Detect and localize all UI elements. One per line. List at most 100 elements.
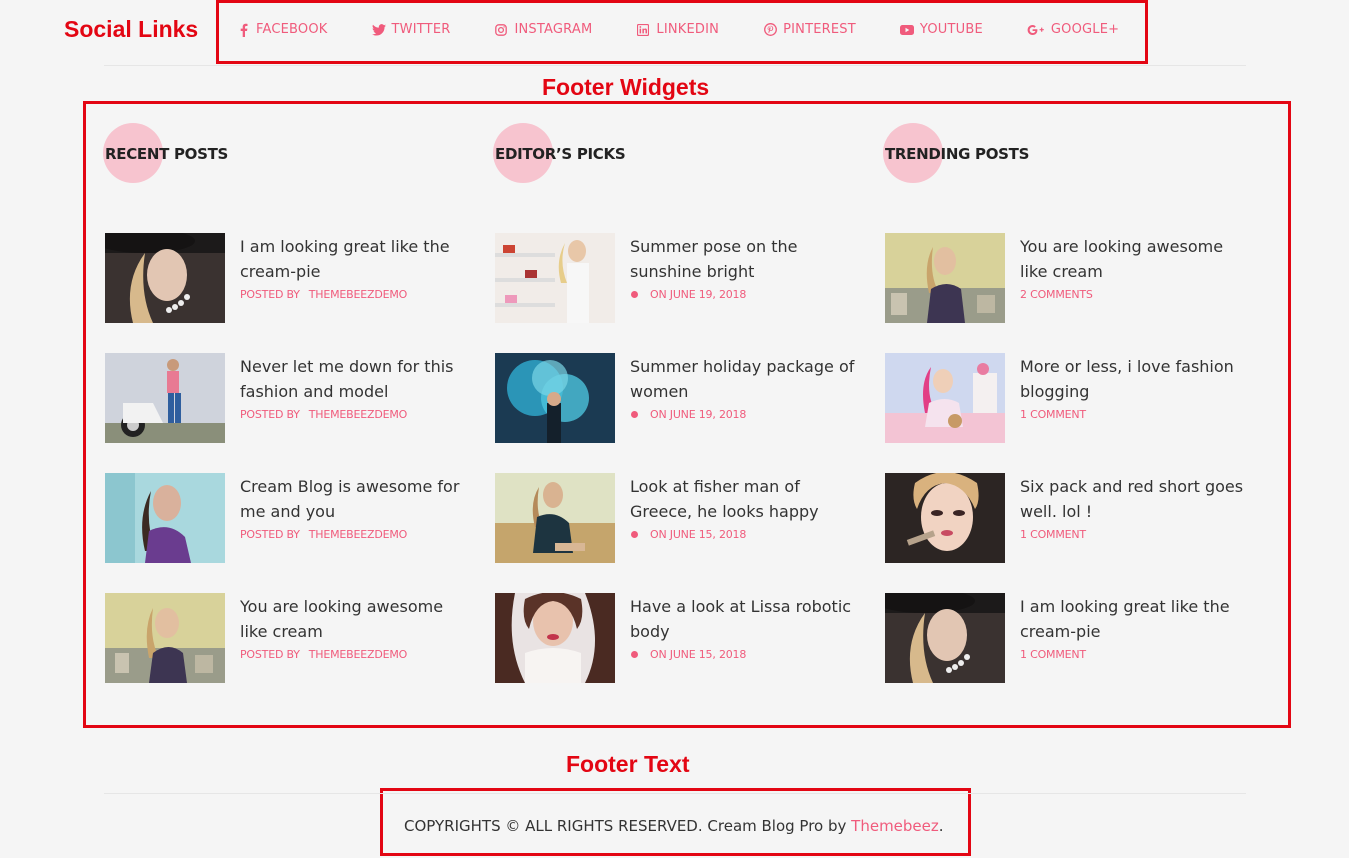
divider-bottom — [104, 793, 1246, 794]
post-meta: 1 COMMENT — [1020, 528, 1255, 541]
author-link[interactable]: THEMEBEEZDEMO — [309, 648, 408, 661]
list-item: Summer holiday package of women ON JUNE … — [495, 353, 875, 443]
list-item: Have a look at Lissa robotic body ON JUN… — [495, 593, 875, 683]
post-meta: ON JUNE 15, 2018 — [630, 528, 865, 541]
twitter-icon — [371, 23, 386, 37]
list-item: You are looking awesome like cream POSTE… — [105, 593, 485, 683]
post-thumbnail[interactable] — [885, 473, 1005, 563]
post-date[interactable]: ON JUNE 19, 2018 — [650, 288, 746, 301]
post-title-link[interactable]: Have a look at Lissa robotic body — [630, 594, 865, 644]
comments-link[interactable]: 1 COMMENT — [1020, 528, 1086, 541]
copyright-suffix: . — [938, 817, 944, 835]
post-title-link[interactable]: Look at fisher man of Greece, he looks h… — [630, 474, 865, 524]
post-meta: POSTED BY THEMEBEEZDEMO — [240, 408, 475, 421]
social-link-twitter[interactable]: TWITTER — [371, 22, 451, 37]
post-thumbnail[interactable] — [105, 353, 225, 443]
annotation-social-links: Social Links — [64, 16, 199, 42]
widget-recent-posts: RECENT POSTS I am looking great like the… — [103, 123, 485, 683]
post-thumbnail[interactable] — [495, 593, 615, 683]
social-link-pinterest[interactable]: PINTEREST — [763, 22, 856, 37]
post-title-link[interactable]: I am looking great like the cream-pie — [1020, 594, 1255, 644]
author-link[interactable]: THEMEBEEZDEMO — [309, 288, 408, 301]
themebeez-link[interactable]: Themebeez — [851, 817, 939, 835]
post-title-link[interactable]: Six pack and red short goes well. lol ! — [1020, 474, 1255, 524]
social-link-facebook[interactable]: FACEBOOK — [236, 22, 328, 37]
meta-prefix: POSTED BY — [240, 528, 300, 541]
copyright-label: COPYRIGHTS © ALL RIGHTS RESERVED. Cream … — [404, 817, 852, 835]
post-thumbnail[interactable] — [885, 593, 1005, 683]
list-item: Look at fisher man of Greece, he looks h… — [495, 473, 875, 563]
social-label: FACEBOOK — [256, 22, 328, 37]
instagram-icon — [494, 23, 508, 37]
post-meta: POSTED BY THEMEBEEZDEMO — [240, 648, 475, 661]
social-link-instagram[interactable]: INSTAGRAM — [494, 22, 592, 37]
google-plus-icon — [1027, 23, 1045, 37]
post-date[interactable]: ON JUNE 15, 2018 — [650, 528, 746, 541]
post-meta: ON JUNE 19, 2018 — [630, 288, 865, 301]
post-meta: 2 COMMENTS — [1020, 288, 1255, 301]
post-thumbnail[interactable] — [885, 353, 1005, 443]
post-thumbnail[interactable] — [885, 233, 1005, 323]
author-link[interactable]: THEMEBEEZDEMO — [309, 528, 408, 541]
list-item: I am looking great like the cream-pie 1 … — [885, 593, 1265, 683]
widget-heading: RECENT POSTS — [103, 123, 485, 183]
social-label: TWITTER — [391, 22, 451, 37]
annotation-footer-text: Footer Text — [566, 751, 690, 777]
list-item: More or less, i love fashion blogging 1 … — [885, 353, 1265, 443]
list-item: You are looking awesome like cream 2 COM… — [885, 233, 1265, 323]
list-item: I am looking great like the cream-pie PO… — [105, 233, 485, 323]
date-dot-icon — [631, 651, 638, 658]
youtube-icon — [899, 23, 914, 37]
post-thumbnail[interactable] — [495, 473, 615, 563]
post-date[interactable]: ON JUNE 15, 2018 — [650, 648, 746, 661]
post-meta: 1 COMMENT — [1020, 648, 1255, 661]
post-meta: POSTED BY THEMEBEEZDEMO — [240, 288, 475, 301]
post-title-link[interactable]: Summer holiday package of women — [630, 354, 865, 404]
list-item: Six pack and red short goes well. lol ! … — [885, 473, 1265, 563]
date-dot-icon — [631, 291, 638, 298]
post-meta: ON JUNE 15, 2018 — [630, 648, 865, 661]
social-links: FACEBOOK TWITTER INSTAGRAM LINKEDIN PINT… — [236, 22, 1163, 37]
social-link-youtube[interactable]: YOUTUBE — [899, 22, 983, 37]
meta-prefix: POSTED BY — [240, 648, 300, 661]
post-meta: POSTED BY THEMEBEEZDEMO — [240, 528, 475, 541]
list-item: Summer pose on the sunshine bright ON JU… — [495, 233, 875, 323]
pinterest-icon — [763, 23, 777, 37]
social-label: INSTAGRAM — [514, 22, 593, 37]
social-label: GOOGLE+ — [1050, 22, 1120, 37]
social-link-google-plus[interactable]: GOOGLE+ — [1027, 22, 1119, 37]
widget-heading: TRENDING POSTS — [883, 123, 1265, 183]
author-link[interactable]: THEMEBEEZDEMO — [309, 408, 408, 421]
post-thumbnail[interactable] — [495, 233, 615, 323]
post-date[interactable]: ON JUNE 19, 2018 — [650, 408, 746, 421]
social-label: PINTEREST — [783, 22, 856, 37]
post-title-link[interactable]: Summer pose on the sunshine bright — [630, 234, 865, 284]
post-title-link[interactable]: I am looking great like the cream-pie — [240, 234, 475, 284]
widget-title: RECENT POSTS — [105, 145, 229, 163]
post-title-link[interactable]: You are looking awesome like cream — [1020, 234, 1255, 284]
copyright-text: COPYRIGHTS © ALL RIGHTS RESERVED. Cream … — [404, 817, 944, 835]
date-dot-icon — [631, 411, 638, 418]
widget-editors-picks: EDITOR’S PICKS Summer pose on the sunshi… — [493, 123, 875, 683]
post-thumbnail[interactable] — [105, 233, 225, 323]
post-title-link[interactable]: Never let me down for this fashion and m… — [240, 354, 475, 404]
list-item: Cream Blog is awesome for me and you POS… — [105, 473, 485, 563]
comments-link[interactable]: 1 COMMENT — [1020, 648, 1086, 661]
post-title-link[interactable]: More or less, i love fashion blogging — [1020, 354, 1255, 404]
comments-link[interactable]: 1 COMMENT — [1020, 408, 1086, 421]
social-link-linkedin[interactable]: LINKEDIN — [636, 22, 719, 37]
widget-trending-posts: TRENDING POSTS You are looking awesome l… — [883, 123, 1265, 683]
widget-title: EDITOR’S PICKS — [495, 145, 626, 163]
comments-link[interactable]: 2 COMMENTS — [1020, 288, 1093, 301]
divider-top — [104, 65, 1246, 66]
post-thumbnail[interactable] — [495, 353, 615, 443]
post-thumbnail[interactable] — [105, 593, 225, 683]
post-meta: 1 COMMENT — [1020, 408, 1255, 421]
post-thumbnail[interactable] — [105, 473, 225, 563]
list-item: Never let me down for this fashion and m… — [105, 353, 485, 443]
post-title-link[interactable]: You are looking awesome like cream — [240, 594, 475, 644]
widget-heading: EDITOR’S PICKS — [493, 123, 875, 183]
social-label: LINKEDIN — [656, 22, 720, 37]
social-label: YOUTUBE — [919, 22, 983, 37]
post-title-link[interactable]: Cream Blog is awesome for me and you — [240, 474, 475, 524]
